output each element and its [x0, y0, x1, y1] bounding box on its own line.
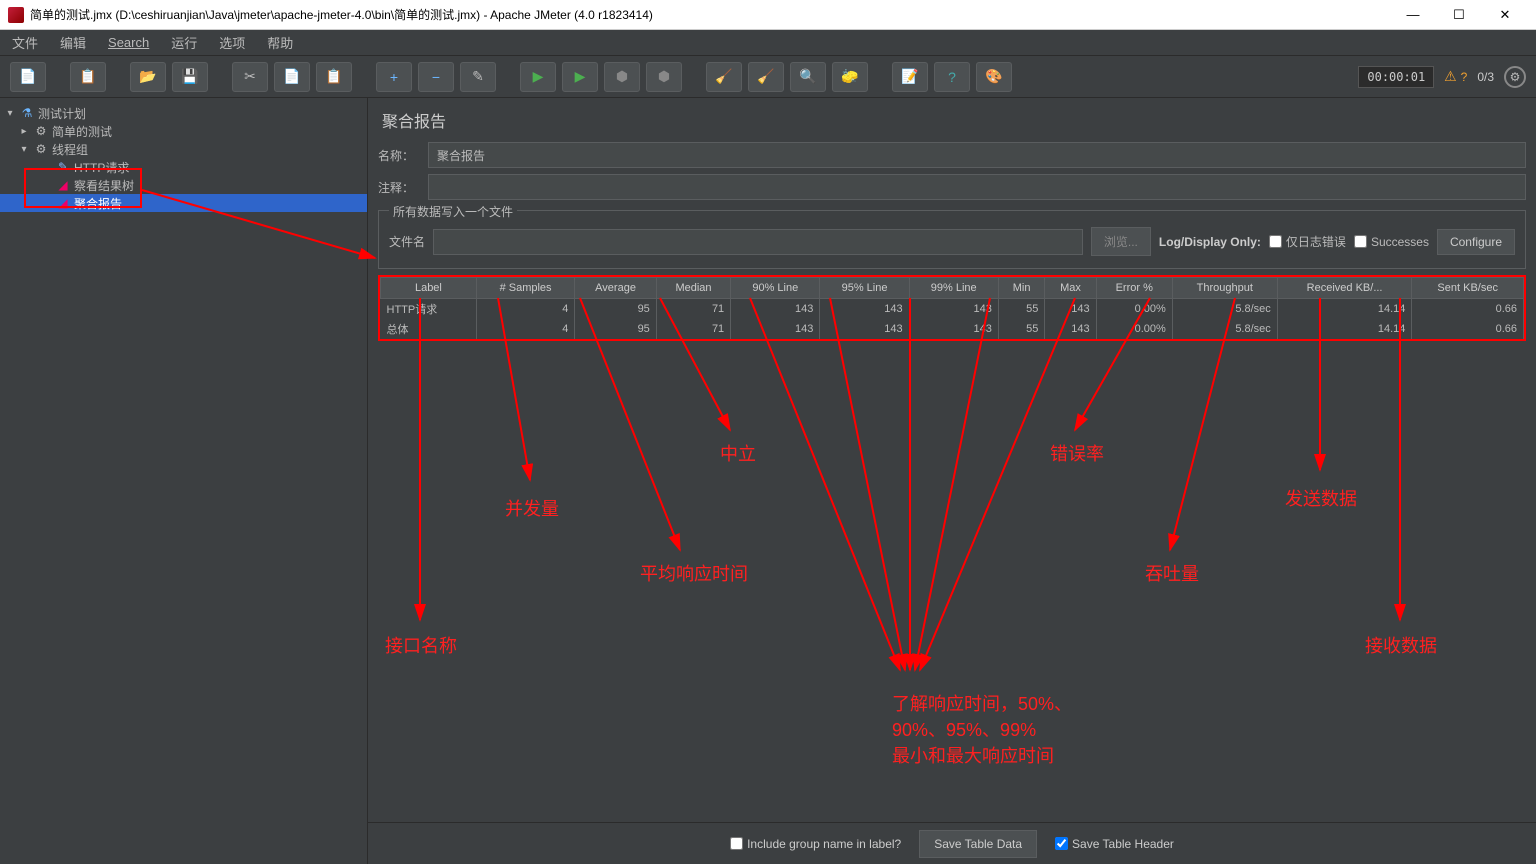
tree-node-http[interactable]: ✎HTTP请求 — [0, 158, 367, 176]
tree-node-aggregate[interactable]: ◢聚合报告 — [0, 194, 367, 212]
warning-icon[interactable]: ⚠ ? — [1444, 68, 1467, 85]
start-no-timers-button[interactable]: ▶ — [562, 62, 598, 92]
panel-title: 聚合报告 — [378, 108, 1526, 132]
comment-input[interactable] — [428, 174, 1526, 200]
save-table-header-checkbox[interactable]: Save Table Header — [1055, 837, 1174, 851]
start-button[interactable]: ▶ — [520, 62, 556, 92]
col-max[interactable]: Max — [1045, 278, 1096, 299]
shutdown-button[interactable]: ⬢ — [646, 62, 682, 92]
name-input[interactable] — [428, 142, 1526, 168]
col-error[interactable]: Error % — [1096, 278, 1172, 299]
save-table-data-button[interactable]: Save Table Data — [919, 830, 1037, 858]
configure-button[interactable]: Configure — [1437, 229, 1515, 255]
col-throughput[interactable]: Throughput — [1172, 278, 1277, 299]
col-99[interactable]: 99% Line — [909, 278, 998, 299]
comment-label: 注释： — [378, 179, 428, 196]
settings-icon[interactable]: ⚙ — [1504, 66, 1526, 88]
col-label[interactable]: Label — [381, 278, 477, 299]
maximize-button[interactable]: ☐ — [1436, 0, 1482, 30]
cut-button[interactable]: ✂ — [232, 62, 268, 92]
open-button[interactable]: 📂 — [130, 62, 166, 92]
window-title: 简单的测试.jmx (D:\ceshiruanjian\Java\jmeter\… — [30, 6, 1390, 23]
window-titlebar: 简单的测试.jmx (D:\ceshiruanjian\Java\jmeter\… — [0, 0, 1536, 30]
copy-button[interactable]: 📄 — [274, 62, 310, 92]
browse-button[interactable]: 浏览... — [1091, 227, 1151, 256]
log-display-label: Log/Display Only: — [1159, 235, 1261, 249]
timer-display: 00:00:01 — [1358, 66, 1434, 88]
collapse-button[interactable]: − — [418, 62, 454, 92]
templates-button[interactable]: 📋 — [70, 62, 106, 92]
content-panel: 聚合报告 名称： 注释： 所有数据写入一个文件 文件名 浏览... Log/Di… — [368, 98, 1536, 864]
paste-button[interactable]: 📋 — [316, 62, 352, 92]
include-group-checkbox[interactable]: Include group name in label? — [730, 837, 901, 851]
minimize-button[interactable]: — — [1390, 0, 1436, 30]
col-90[interactable]: 90% Line — [731, 278, 820, 299]
reset-search-button[interactable]: 🧽 — [832, 62, 868, 92]
tree-node-threadgroup[interactable]: ▾⚙线程组 — [0, 140, 367, 158]
errors-only-checkbox[interactable]: 仅日志错误 — [1269, 233, 1346, 250]
menu-help[interactable]: 帮助 — [263, 31, 297, 54]
search-button[interactable]: 🔍 — [790, 62, 826, 92]
col-sent[interactable]: Sent KB/sec — [1412, 278, 1524, 299]
function-button[interactable]: 📝 — [892, 62, 928, 92]
menu-file[interactable]: 文件 — [8, 31, 42, 54]
col-median[interactable]: Median — [656, 278, 730, 299]
expand-button[interactable]: + — [376, 62, 412, 92]
new-button[interactable]: 📄 — [10, 62, 46, 92]
tree-root[interactable]: ▾⚗测试计划 — [0, 104, 367, 122]
file-fieldset: 所有数据写入一个文件 文件名 浏览... Log/Display Only: 仅… — [378, 210, 1526, 269]
col-samples[interactable]: # Samples — [476, 278, 574, 299]
tree-node-test[interactable]: ▸⚙简单的测试 — [0, 122, 367, 140]
bottom-bar: Include group name in label? Save Table … — [368, 822, 1536, 864]
table-row[interactable]: HTTP请求49571143143143551430.00%5.8/sec14.… — [381, 299, 1524, 320]
tree-node-results[interactable]: ◢察看结果树 — [0, 176, 367, 194]
toggle-button[interactable]: ✎ — [460, 62, 496, 92]
thread-count: 0/3 — [1477, 70, 1494, 84]
menu-edit[interactable]: 编辑 — [56, 31, 90, 54]
name-label: 名称： — [378, 147, 428, 164]
filename-label: 文件名 — [389, 233, 425, 250]
col-min[interactable]: Min — [998, 278, 1045, 299]
col-95[interactable]: 95% Line — [820, 278, 909, 299]
col-recv[interactable]: Received KB/... — [1277, 278, 1412, 299]
close-button[interactable]: ✕ — [1482, 0, 1528, 30]
heap-button[interactable]: 🎨 — [976, 62, 1012, 92]
filename-input[interactable] — [433, 229, 1083, 255]
app-icon — [8, 7, 24, 23]
results-table: Label # Samples Average Median 90% Line … — [378, 275, 1526, 341]
help-button[interactable]: ? — [934, 62, 970, 92]
fieldset-legend: 所有数据写入一个文件 — [389, 203, 517, 220]
col-average[interactable]: Average — [575, 278, 657, 299]
menu-options[interactable]: 选项 — [215, 31, 249, 54]
menu-search[interactable]: Search — [104, 33, 153, 52]
save-button[interactable]: 💾 — [172, 62, 208, 92]
successes-checkbox[interactable]: Successes — [1354, 235, 1429, 249]
menubar: 文件 编辑 Search 运行 选项 帮助 — [0, 30, 1536, 56]
test-plan-tree[interactable]: ▾⚗测试计划 ▸⚙简单的测试 ▾⚙线程组 ✎HTTP请求 ◢察看结果树 ◢聚合报… — [0, 98, 368, 864]
clear-all-button[interactable]: 🧹 — [748, 62, 784, 92]
stop-button[interactable]: ⬢ — [604, 62, 640, 92]
toolbar: 📄 📋 📂 💾 ✂ 📄 📋 + − ✎ ▶ ▶ ⬢ ⬢ 🧹 🧹 🔍 🧽 📝 ? … — [0, 56, 1536, 98]
clear-button[interactable]: 🧹 — [706, 62, 742, 92]
table-row[interactable]: 总体49571143143143551430.00%5.8/sec14.140.… — [381, 319, 1524, 339]
menu-run[interactable]: 运行 — [167, 31, 201, 54]
